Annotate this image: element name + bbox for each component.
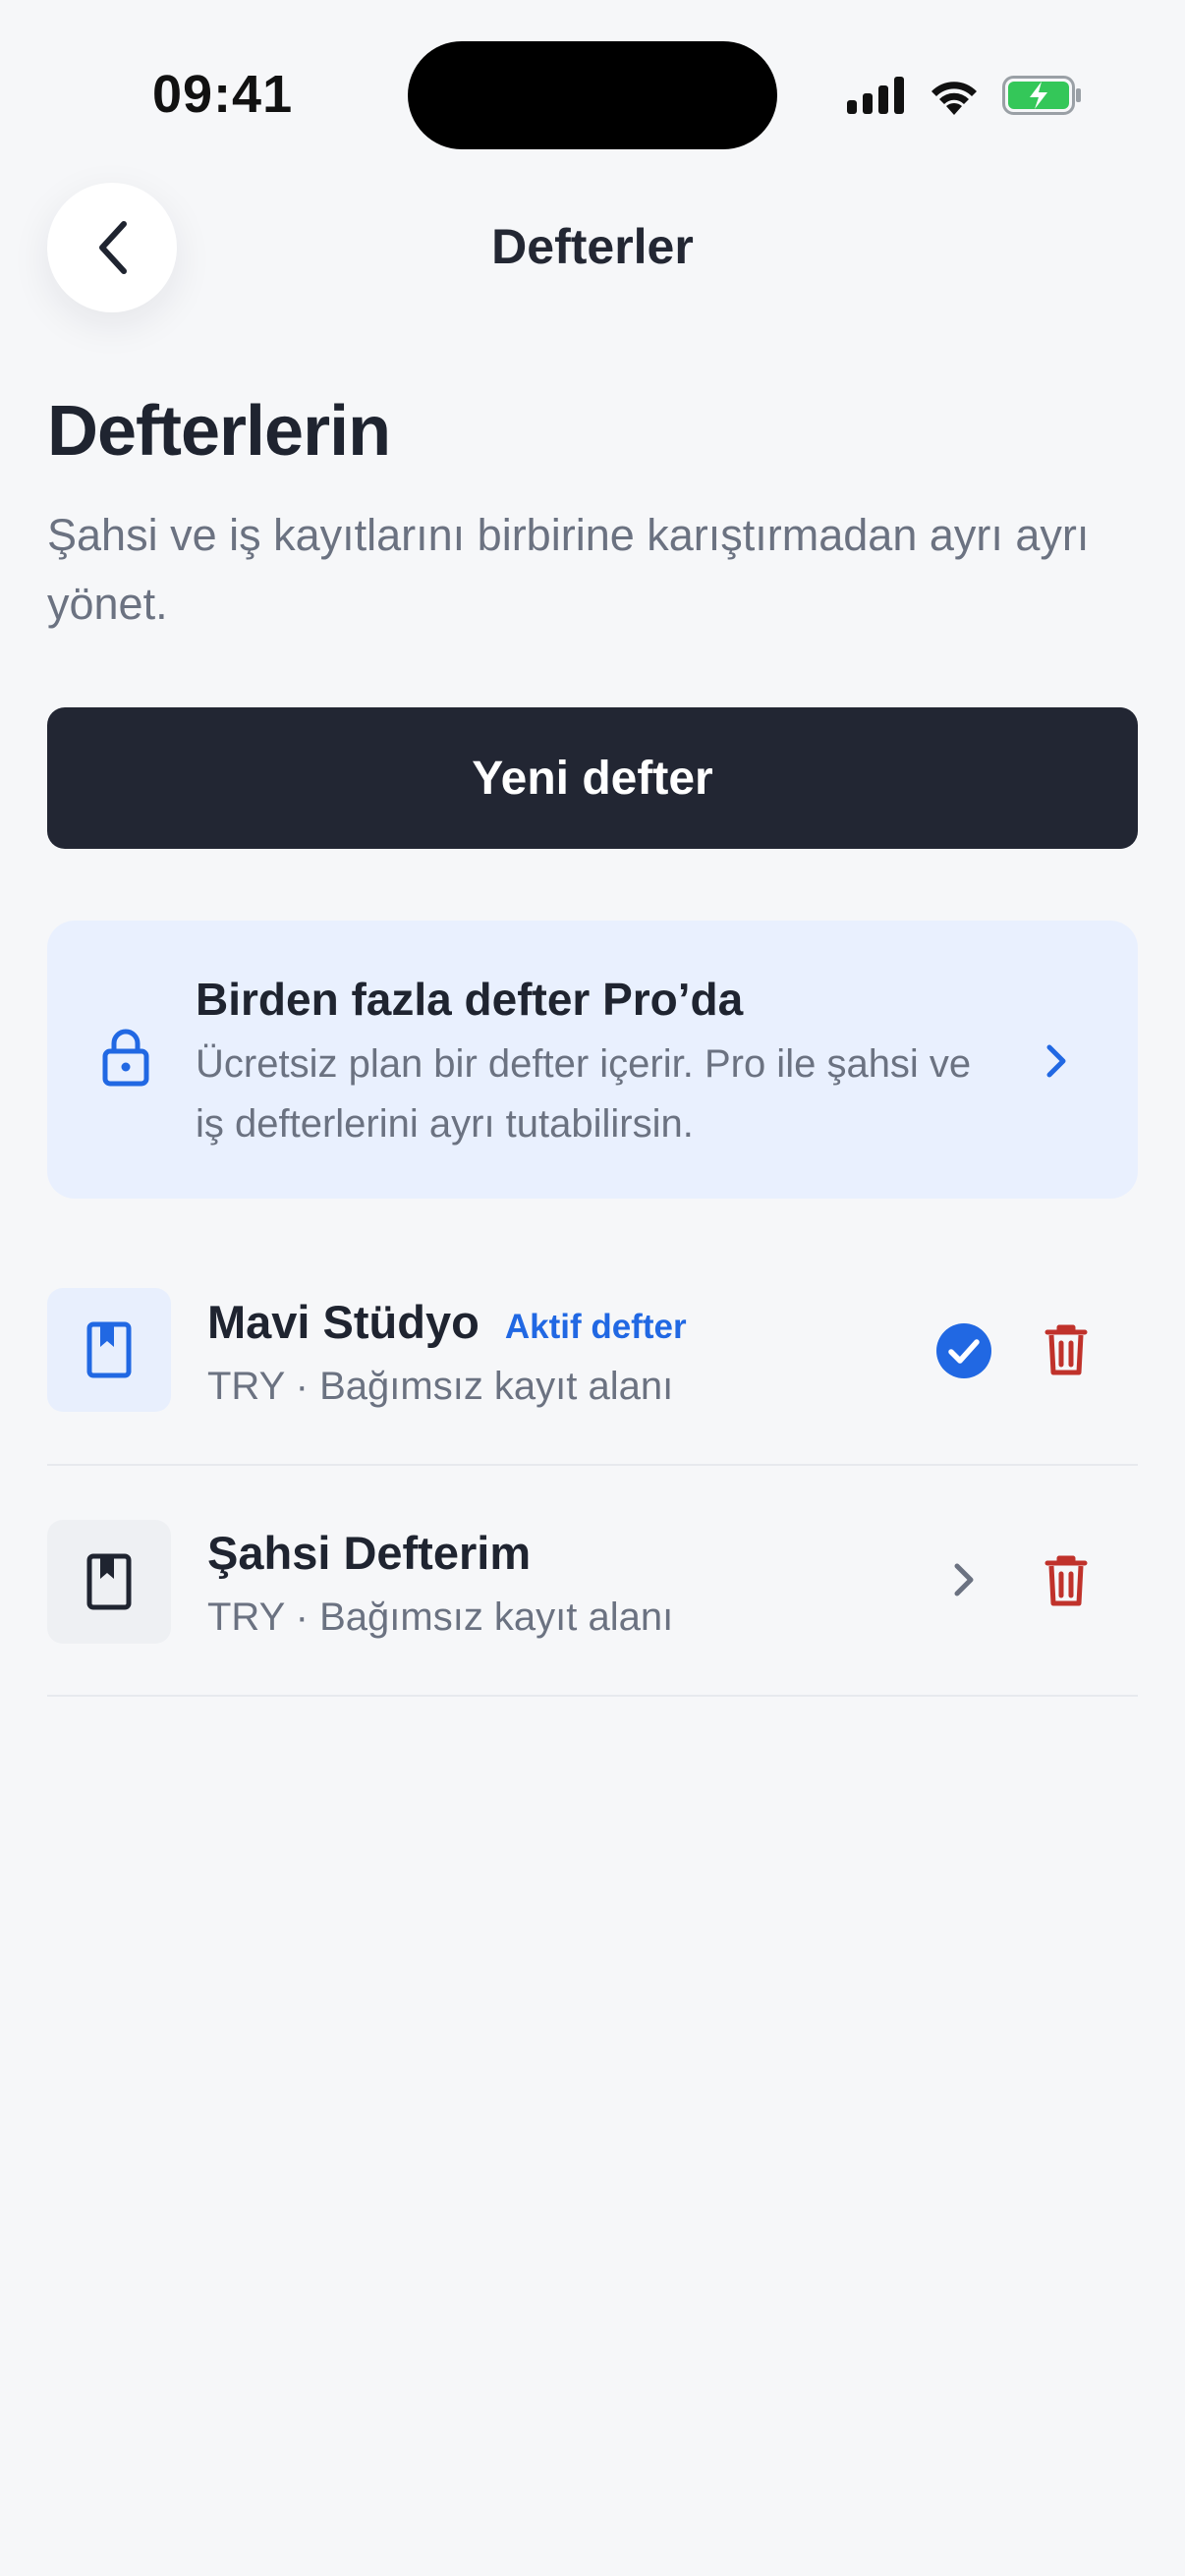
status-time: 09:41 — [152, 65, 294, 124]
page-subtitle: Şahsi ve iş kayıtlarını birbirine karışt… — [47, 510, 1090, 629]
ledger-meta: TRY · Bağımsız kayıt alanı — [207, 1365, 674, 1408]
bookmark-book-icon — [86, 1321, 132, 1378]
ledger-name: Şahsi Defterim — [207, 1527, 532, 1579]
status-icons — [847, 71, 1083, 120]
pro-banner-description: Ücretsiz plan bir defter içerir. Pro ile… — [196, 1042, 972, 1146]
chevron-right-icon[interactable] — [949, 1560, 979, 1599]
ledger-title-line: Mavi Stüdyo Aktif defter — [207, 1295, 687, 1349]
chevron-right-icon — [1046, 1044, 1066, 1078]
check-circle-icon — [936, 1323, 991, 1378]
row-divider — [47, 1695, 1138, 1697]
bookmark-book-icon — [86, 1553, 132, 1610]
page-title: Defterlerin — [47, 392, 391, 471]
ledger-name: Mavi Stüdyo — [207, 1296, 480, 1348]
trash-icon[interactable] — [1044, 1554, 1088, 1607]
battery-charging-icon — [1002, 76, 1081, 115]
ledger-meta: TRY · Bağımsız kayıt alanı — [207, 1596, 674, 1639]
ledger-icon-tile — [47, 1520, 171, 1644]
signal-icon — [847, 77, 904, 114]
new-ledger-button[interactable]: Yeni defter — [47, 707, 1138, 849]
wifi-icon — [931, 82, 977, 115]
pro-banner-title: Birden fazla defter Pro’da — [196, 974, 744, 1025]
dynamic-island — [408, 41, 777, 149]
nav-title: Defterler — [491, 219, 694, 274]
row-divider — [47, 1464, 1138, 1466]
lock-icon — [102, 1029, 149, 1087]
active-ledger-badge: Aktif defter — [504, 1308, 687, 1346]
ledger-icon-tile — [47, 1288, 171, 1412]
trash-icon[interactable] — [1044, 1323, 1088, 1376]
